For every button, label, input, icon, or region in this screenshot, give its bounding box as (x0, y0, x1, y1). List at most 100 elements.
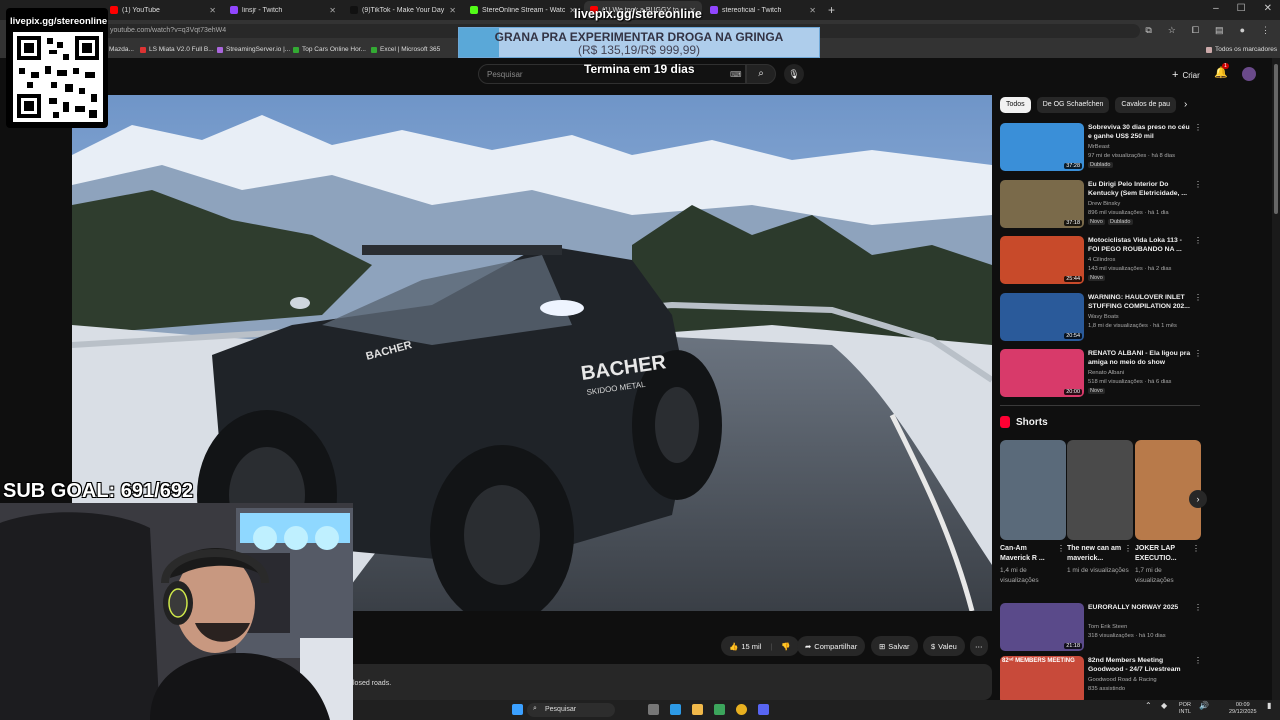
discord-icon[interactable] (758, 704, 769, 715)
bookmark-item[interactable]: StreamingServer.io |... (217, 46, 290, 53)
recommended-video[interactable]: 21:18 EURORALLY NORWAY 2025 Tom Erik Steen… (1000, 603, 1202, 653)
short-title[interactable]: The new can am maverick... (1067, 544, 1123, 564)
all-bookmarks[interactable]: Todos os marcadores (1206, 46, 1277, 53)
video-thumbnail[interactable]: 21:18 (1000, 603, 1084, 651)
video-thumbnail[interactable]: 25:44 (1000, 236, 1084, 284)
language-indicator[interactable]: POR INTL (1179, 702, 1191, 716)
recommended-video[interactable]: 37:18 Eu Dirigi Pelo Interior Do Kentucky… (1000, 179, 1202, 230)
menu-icon[interactable]: ⋮ (1261, 25, 1270, 36)
more-options-icon[interactable]: ⋮ (1194, 656, 1202, 665)
edge-icon[interactable] (670, 704, 681, 715)
scrollbar-thumb[interactable] (1274, 64, 1278, 214)
windows-start-icon[interactable] (512, 704, 523, 715)
more-options-icon[interactable]: ⋮ (1124, 544, 1132, 553)
task-view-icon[interactable] (648, 704, 659, 715)
browser-tab[interactable]: (1) YouTube ✕ (104, 1, 222, 19)
more-options-icon[interactable]: ⋮ (1194, 123, 1202, 132)
video-thumbnail[interactable]: 20:00 (1000, 349, 1084, 397)
share-button[interactable]: ➦ Compartilhar (797, 636, 866, 656)
more-options-icon[interactable]: ⋮ (1194, 349, 1202, 358)
browser-tab[interactable]: (9)TikTok - Make Your Day ✕ (344, 1, 462, 19)
video-thumbnail[interactable]: 20:54 (1000, 292, 1084, 341)
close-tab-icon[interactable]: ✕ (209, 6, 216, 15)
cast-icon[interactable]: ⧉ (1145, 25, 1151, 36)
filter-chip[interactable]: Cavalos de pau (1115, 97, 1177, 113)
file-explorer-icon[interactable] (692, 704, 703, 715)
video-title[interactable]: 82nd Members Meeting Goodwood - 24/7 Liv… (1088, 656, 1192, 674)
close-tab-icon[interactable]: ✕ (449, 6, 456, 15)
channel-name[interactable]: MrBeast (1088, 144, 1110, 150)
account-avatar[interactable] (1242, 67, 1256, 81)
notifications-icon[interactable]: ▮ (1267, 702, 1271, 710)
create-button[interactable]: + Criar (1164, 66, 1208, 84)
channel-name[interactable]: Renato Albani (1088, 370, 1124, 376)
like-button[interactable]: 👍 15 mil | 👎 (721, 636, 799, 656)
browser-tab[interactable]: stereoficial - Twitch ✕ (704, 1, 822, 19)
filter-chip[interactable]: Todos (1000, 97, 1031, 113)
more-options-icon[interactable]: ⋮ (1057, 544, 1065, 553)
short-thumbnail[interactable] (1067, 440, 1133, 540)
video-thumbnail[interactable]: 37:28 (1000, 123, 1084, 171)
more-options-icon[interactable]: ⋮ (1192, 544, 1200, 553)
browser-tab[interactable]: StereOnline Stream - Watch Li...✕ (464, 1, 582, 19)
video-title[interactable]: Eu Dirigi Pelo Interior Do Kentucky (Sem… (1088, 180, 1192, 198)
filter-chip[interactable]: De OG Schaefchen (1036, 97, 1110, 113)
channel-name[interactable]: Wavy Boats (1088, 314, 1119, 320)
recommended-video[interactable]: 20:00 RENATO ALBANI - Ela ligou pra amiga… (1000, 349, 1202, 399)
bookmark-item[interactable]: Top Cars Online Hor... (293, 46, 366, 53)
short-thumbnail[interactable] (1000, 440, 1066, 540)
maximize-icon[interactable]: ☐ (1237, 3, 1246, 14)
save-button[interactable]: ⊞ Salvar (871, 636, 918, 656)
page-scrollbar[interactable] (1272, 58, 1280, 700)
shorts-next-button[interactable]: › (1189, 490, 1207, 508)
short-thumbnail[interactable] (1135, 440, 1201, 540)
clock[interactable]: 00:09 29/12/2025 (1229, 702, 1257, 716)
sidebar-icon[interactable]: ▤ (1215, 25, 1224, 36)
thanks-button[interactable]: $ Valeu (923, 636, 965, 656)
more-options-icon[interactable]: ⋮ (1194, 603, 1202, 612)
browser-tab[interactable]: linsjr - Twitch ✕ (224, 1, 342, 19)
channel-name[interactable]: Goodwood Road & Racing (1088, 677, 1157, 683)
bookmark-item[interactable]: LS Miata V2.0 Full B... (140, 46, 214, 53)
video-title[interactable]: WARNING: HAULOVER INLET STUFFING COMPILA… (1088, 293, 1192, 311)
more-options-icon[interactable]: ⋮ (1194, 180, 1202, 189)
close-tab-icon[interactable]: ✕ (809, 6, 816, 15)
recommended-video[interactable]: 37:28 Sobreviva 30 dias preso no céu e ga… (1000, 123, 1202, 173)
tray-chevron-icon[interactable]: ⌃ (1145, 702, 1152, 710)
profile-icon[interactable]: ● (1240, 25, 1245, 36)
keyboard-icon[interactable]: ⌨ (730, 70, 742, 79)
bookmark-item[interactable]: Excel | Microsoft 365 (371, 46, 440, 53)
short-title[interactable]: JOKER LAP EXECUTIO... (1135, 544, 1191, 564)
volume-icon[interactable]: 🔊 (1199, 702, 1209, 710)
video-title[interactable]: RENATO ALBANI - Ela ligou pra amiga no m… (1088, 349, 1192, 367)
more-options-icon[interactable]: ⋮ (1194, 236, 1202, 245)
video-title[interactable]: Motociclistas Vida Loka 113 - FOI PEGO R… (1088, 236, 1192, 254)
mic-button[interactable]: 🎙 (784, 64, 804, 84)
video-title[interactable]: EURORALLY NORWAY 2025 (1088, 603, 1192, 612)
recommended-video[interactable]: 25:44 Motociclistas Vida Loka 113 - FOI P… (1000, 236, 1202, 286)
close-tab-icon[interactable]: ✕ (329, 6, 336, 15)
video-thumbnail[interactable]: 37:18 (1000, 179, 1084, 228)
more-actions-button[interactable]: ⋯ (970, 636, 988, 656)
channel-name[interactable]: Drew Binsky (1088, 201, 1120, 207)
search-button[interactable]: ⌕ (746, 64, 776, 84)
minimize-icon[interactable]: – (1213, 3, 1219, 14)
short-title[interactable]: Can-Am Maverick R ... (1000, 544, 1056, 564)
new-tab-button[interactable]: + (828, 3, 835, 17)
close-window-icon[interactable]: ✕ (1264, 3, 1272, 14)
channel-name[interactable]: Tom Erik Steen (1088, 624, 1127, 630)
more-options-icon[interactable]: ⋮ (1194, 293, 1202, 302)
extensions-icon[interactable]: ⧠ (1192, 25, 1199, 36)
recommended-video[interactable]: 20:54 WARNING: HAULOVER INLET STUFFING CO… (1000, 292, 1202, 343)
taskbar-search[interactable]: ⌕ Pesquisar (527, 703, 615, 717)
video-title[interactable]: Sobreviva 30 dias preso no céu e ganhe U… (1088, 123, 1192, 141)
tray-app-icon[interactable]: ◆ (1161, 702, 1167, 710)
channel-name[interactable]: 4 Cilindros (1088, 257, 1115, 263)
chevron-right-icon[interactable]: › (1184, 99, 1187, 110)
excel-icon[interactable] (714, 704, 725, 715)
chrome-icon[interactable] (736, 704, 747, 715)
star-icon[interactable]: ☆ (1168, 25, 1176, 36)
video-thumbnail[interactable]: 82ⁿᵈ MEMBERS MEETING (1000, 656, 1084, 704)
thumb-down-icon[interactable]: 👎 (781, 642, 790, 651)
recommended-video[interactable]: 82ⁿᵈ MEMBERS MEETING 82nd Members Meeting… (1000, 656, 1202, 706)
